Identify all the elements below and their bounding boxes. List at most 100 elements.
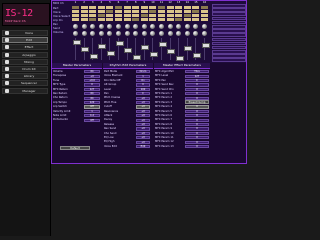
part-slot[interactable] [89, 6, 97, 9]
part-slot[interactable] [106, 10, 114, 13]
part-slot[interactable] [132, 6, 140, 9]
param-value[interactable]: +0 [136, 140, 150, 144]
nav-item-drum-kit[interactable]: Drum Kit [2, 66, 48, 72]
param-value[interactable]: 0 [185, 123, 209, 127]
pan-knob[interactable] [73, 24, 78, 29]
nav-item-effect[interactable]: Effect [2, 44, 48, 51]
part-slot[interactable] [115, 18, 122, 21]
volume-fader[interactable] [158, 42, 167, 47]
part-slot[interactable] [149, 10, 157, 13]
nav-item-mixing[interactable]: Mixing [2, 58, 48, 65]
volume-fader[interactable] [124, 48, 133, 53]
volume-fader[interactable] [167, 49, 176, 54]
part-slot[interactable] [80, 10, 88, 13]
param-value[interactable]: Drum [136, 70, 150, 74]
part-slot[interactable] [80, 14, 88, 17]
nav-item-library[interactable]: Library [2, 73, 48, 80]
volume-fader[interactable] [192, 53, 201, 58]
param-value[interactable]: 64 [84, 70, 100, 74]
param-value[interactable]: Thru [185, 70, 209, 74]
part-slot[interactable] [201, 10, 208, 13]
part-slot[interactable] [97, 10, 105, 13]
preset-dump-button[interactable]: Preset Dump [185, 100, 209, 104]
param-value[interactable]: 0 [185, 140, 209, 144]
routing-slot[interactable] [212, 58, 246, 63]
part-slot[interactable] [175, 6, 183, 9]
nav-item-sequencer[interactable]: Sequencer [2, 80, 48, 87]
param-value[interactable]: 100 [136, 87, 150, 91]
send-knob[interactable] [159, 31, 164, 36]
part-slot[interactable] [140, 18, 148, 21]
param-value[interactable]: +0 [136, 136, 150, 140]
param-value[interactable]: 0 [185, 92, 209, 96]
param-value[interactable]: 0 [185, 118, 209, 122]
param-value[interactable]: +0 [136, 123, 150, 127]
volume-fader[interactable] [175, 56, 184, 61]
routing-slot[interactable] [212, 33, 246, 37]
param-value[interactable]: +0.0 [84, 79, 100, 83]
pan-knob[interactable] [116, 24, 121, 29]
param-value[interactable]: 127 [84, 87, 100, 91]
routing-slot[interactable] [212, 54, 246, 58]
param-value[interactable]: +0 [136, 127, 150, 131]
param-value[interactable]: 0 [185, 127, 209, 131]
part-slot[interactable] [72, 6, 79, 9]
part-slot[interactable] [175, 10, 183, 13]
param-value[interactable]: Off [84, 105, 100, 109]
param-value[interactable]: Edit [136, 145, 150, 149]
send-knob[interactable] [184, 31, 190, 36]
volume-fader[interactable] [141, 45, 150, 50]
part-slot[interactable] [140, 10, 148, 13]
part-slot[interactable] [97, 14, 105, 17]
param-value[interactable]: 0 [185, 83, 209, 87]
default-button[interactable]: Default [60, 146, 90, 150]
part-slot[interactable] [158, 10, 165, 13]
part-slot[interactable] [132, 18, 140, 21]
send-knob[interactable] [98, 31, 104, 36]
param-value[interactable]: 0 [185, 114, 209, 118]
send-knob[interactable] [167, 31, 173, 36]
volume-fader[interactable] [132, 55, 141, 60]
routing-slot[interactable] [212, 12, 246, 16]
part-slot[interactable] [72, 18, 79, 21]
routing-slot[interactable] [212, 45, 246, 50]
param-value[interactable]: +0 [136, 131, 150, 135]
routing-slot[interactable] [212, 8, 246, 12]
volume-fader[interactable] [81, 47, 90, 52]
param-value[interactable]: 64 [84, 92, 100, 96]
part-slot[interactable] [89, 10, 97, 13]
part-slot[interactable] [80, 18, 88, 21]
part-slot[interactable] [166, 14, 174, 17]
part-slot[interactable] [166, 18, 174, 21]
part-slot[interactable] [106, 18, 114, 21]
part-slot[interactable] [166, 10, 174, 13]
param-value[interactable]: +0 [136, 109, 150, 113]
param-value[interactable]: C [136, 92, 150, 96]
part-slot[interactable] [192, 10, 200, 13]
part-slot[interactable] [123, 14, 131, 17]
pan-knob[interactable] [202, 24, 207, 29]
routing-slot[interactable] [212, 37, 246, 42]
param-value[interactable]: +0 [136, 118, 150, 122]
param-value[interactable]: +0 [84, 74, 100, 78]
volume-fader[interactable] [98, 44, 107, 49]
part-slot[interactable] [183, 10, 191, 13]
part-slot[interactable] [149, 6, 157, 9]
part-slot[interactable] [158, 18, 165, 21]
param-value[interactable]: 0 [185, 136, 209, 140]
param-value[interactable]: +0 [136, 96, 150, 100]
param-value[interactable]: C-2 [84, 114, 100, 118]
routing-slot[interactable] [212, 16, 246, 21]
part-slot[interactable] [166, 6, 174, 9]
part-slot[interactable] [140, 14, 148, 17]
param-value[interactable]: 0 [185, 109, 209, 113]
part-slot[interactable] [183, 14, 191, 17]
routing-slot[interactable] [212, 29, 246, 33]
part-slot[interactable] [183, 18, 191, 21]
part-slot[interactable] [80, 6, 88, 9]
param-value[interactable]: On [136, 79, 150, 83]
part-slot[interactable] [183, 6, 191, 9]
nav-item-arpeggio[interactable]: Arpeggio [2, 51, 48, 58]
part-slot[interactable] [72, 14, 79, 17]
part-slot[interactable] [97, 18, 105, 21]
